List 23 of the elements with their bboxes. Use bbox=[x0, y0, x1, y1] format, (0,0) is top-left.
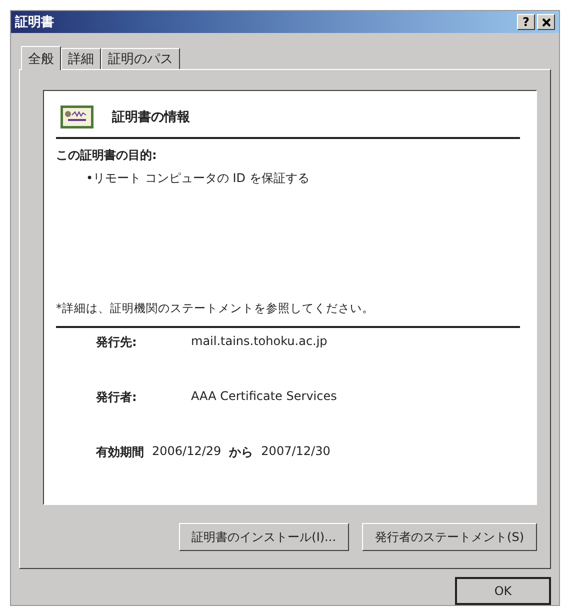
field-label: 発行先: bbox=[96, 334, 138, 351]
certificate-icon bbox=[60, 105, 94, 129]
purpose-heading: この証明書の目的: bbox=[56, 147, 158, 164]
dialog-button[interactable]: 証明書のインストール(I)... bbox=[178, 523, 350, 551]
validity-from: 2006/12/29 bbox=[152, 444, 222, 460]
note-text: *詳細は、証明機関のステートメントを参照してください。 bbox=[56, 301, 520, 328]
close-button[interactable] bbox=[537, 14, 555, 30]
ok-button[interactable]: OK bbox=[455, 577, 551, 605]
tab[interactable]: 詳細 bbox=[61, 48, 101, 69]
field-label: 発行者: bbox=[96, 389, 138, 406]
validity-connector: から bbox=[229, 444, 254, 461]
window-title: 証明書 bbox=[15, 14, 55, 31]
tab[interactable]: 証明のパス bbox=[101, 48, 180, 69]
field-value: AAA Certificate Services bbox=[191, 389, 337, 405]
validity-to: 2007/12/30 bbox=[261, 444, 330, 460]
dialog-button[interactable]: 発行者のステートメント(S) bbox=[362, 523, 537, 551]
help-button[interactable]: ? bbox=[517, 14, 535, 30]
info-heading: 証明書の情報 bbox=[112, 109, 190, 126]
tab[interactable]: 全般 bbox=[21, 46, 61, 70]
purpose-item: •リモート コンピュータの ID を保証する bbox=[86, 170, 310, 187]
close-icon bbox=[542, 18, 550, 26]
validity-label: 有効期間 bbox=[96, 444, 144, 461]
field-value: mail.tains.tohoku.ac.jp bbox=[191, 334, 328, 350]
